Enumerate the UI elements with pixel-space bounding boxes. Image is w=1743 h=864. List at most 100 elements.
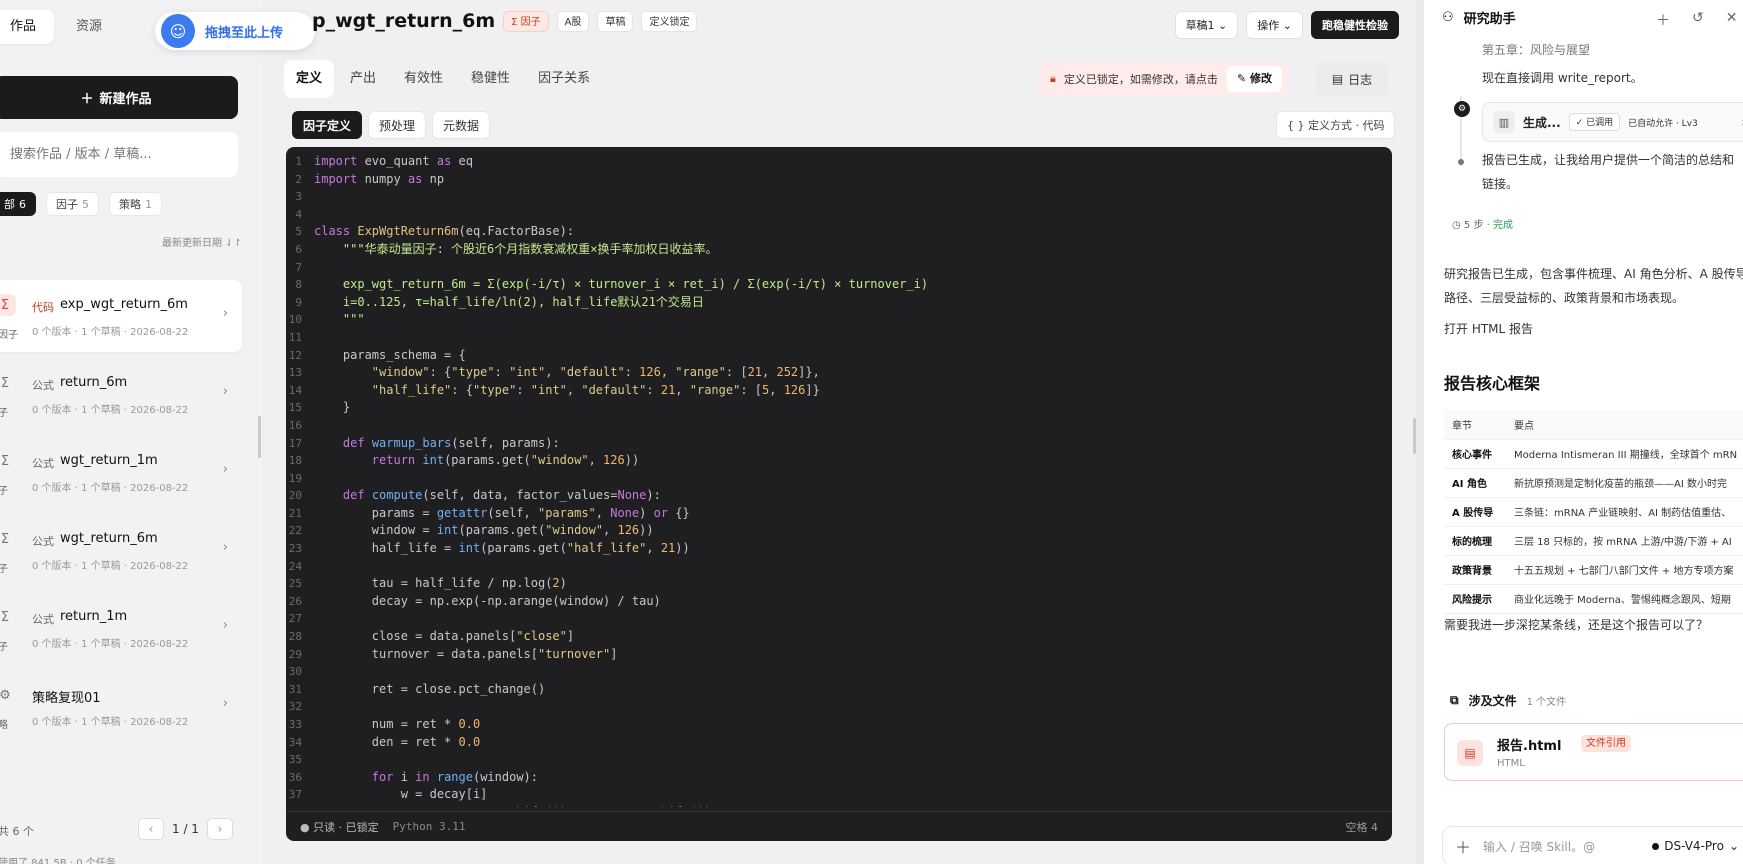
code-line: 16 — [286, 417, 1392, 435]
table-row: 标的梳理 三层 18 只标的，按 mRNA 上游/中游/下游 + AI — [1444, 526, 1743, 556]
lock-notice: 🔒︎ 定义已锁定，如需修改，请点击 ✎ 修改 — [1038, 62, 1288, 96]
chip-all[interactable]: 部6 — [0, 192, 36, 216]
line-number: 30 — [288, 665, 302, 679]
tab-robustness[interactable]: 稳健性 — [459, 60, 522, 98]
sigma-icon: Σ — [0, 294, 16, 316]
message-line: 第五章：风险与展望 — [1482, 43, 1591, 57]
line-number: 12 — [288, 348, 302, 362]
code-text: den = ret * 0.0 — [314, 734, 481, 749]
code-line: 25 tau = half_life / np.log(2) — [286, 575, 1392, 593]
chip-strategy[interactable]: 策略 1 — [109, 192, 162, 216]
model-select[interactable]: DS-V4-Pro ⌄ — [1652, 839, 1739, 853]
subtab-preprocess[interactable]: 预处理 — [368, 111, 427, 139]
next-page-button[interactable]: › — [206, 818, 233, 840]
sigma-icon: Σ — [0, 531, 10, 547]
code-text: import evo_quant as eq — [314, 154, 473, 168]
file-card[interactable]: ▤ 报告.html 文件引用 HTML › — [1444, 723, 1743, 781]
code-text: num += w * ret.shift(i) * turnover.shift… — [308, 804, 712, 807]
list-item[interactable]: ⚙ 略 策略复现01 0 个版本 · 1 个草稿 · 2026-08-22 › — [0, 670, 242, 742]
tab-validity[interactable]: 有效性 — [392, 60, 455, 98]
framework-table: 章节 要点 核心事件 Moderna Intismeran III 期撞线，全球首… — [1444, 410, 1743, 614]
title-bar: p_wgt_return_6m Σ 因子 A股 草稿 定义锁定 — [312, 10, 698, 32]
search-input[interactable] — [0, 132, 238, 177]
sort-control[interactable]: 最新更新日期 ⇃↾ — [162, 234, 242, 249]
page-title: p_wgt_return_6m — [312, 10, 496, 32]
list-item[interactable]: Σ 子 公式 wgt_return_1m 0 个版本 · 1 个草稿 · 202… — [0, 436, 242, 508]
chevron-right-icon: › — [222, 462, 228, 477]
code-line: 1 import evo_quant as eq — [286, 153, 1392, 171]
code-text: tau = half_life / np.log(2) — [314, 576, 567, 591]
history-icon[interactable]: ↺ — [1692, 10, 1704, 30]
assistant-header-actions: ＋ ↺ ✕ — [1656, 10, 1737, 30]
code-text: import numpy as np — [314, 171, 445, 186]
code-line: 12 params_schema = { — [286, 347, 1392, 365]
code-text: for i in range(window): — [371, 769, 539, 784]
plus-icon[interactable]: ＋ — [1656, 10, 1670, 30]
line-number: 21 — [288, 506, 302, 520]
code-editor[interactable]: 1 import evo_quant as eq 2 import numpy as … — [286, 147, 1392, 841]
code-line: 17 def warmup_bars(self, params): — [286, 435, 1392, 453]
chevron-right-icon: › — [222, 384, 228, 399]
draft-select[interactable]: 草稿1 ⌄ — [1174, 11, 1239, 39]
total-count: 共 6 个 — [0, 825, 34, 838]
locked-badge: 定义锁定 — [641, 10, 698, 32]
line-number: 3 — [295, 190, 302, 204]
table-row: A 股传导 三条链：mRNA 产业链映射、AI 制药估值重估、 — [1444, 497, 1743, 527]
code-line: 20 def compute(self, data, factor_values… — [286, 487, 1392, 505]
code-line: 38 num += w * ret.shift(i) * turnover.sh… — [286, 804, 1392, 807]
market-badge: A股 — [556, 10, 590, 32]
plus-icon[interactable]: ＋ — [1455, 834, 1471, 858]
list-item[interactable]: Σ 子 公式 wgt_return_6m 0 个版本 · 1 个草稿 · 202… — [0, 514, 242, 586]
timeline-dot — [1458, 159, 1464, 165]
ops-select[interactable]: 操作 ⌄ — [1246, 11, 1303, 39]
line-number: 6 — [295, 242, 302, 256]
code-line: 5 class ExpWgtReturn6m(eq.FactorBase): — [286, 223, 1392, 241]
edit-button[interactable]: ✎ 修改 — [1226, 66, 1282, 92]
log-button[interactable]: ▤ 日志 — [1315, 62, 1389, 96]
prev-page-button[interactable]: ‹ — [138, 818, 164, 840]
line-number: 17 — [288, 436, 302, 450]
table-row: 核心事件 Moderna Intismeran III 期撞线，全球首个 mRN — [1444, 439, 1743, 469]
line-number: 36 — [288, 770, 302, 784]
close-icon[interactable]: ✕ — [1726, 10, 1738, 30]
tab-works[interactable]: 作品 — [0, 10, 55, 44]
robot-icon: ☺ — [161, 14, 195, 48]
definition-mode[interactable]: { } 定义方式 · 代码 — [1276, 111, 1396, 139]
framework-title: 报告核心框架 — [1444, 374, 1541, 393]
tool-call-card[interactable]: ▥ 生成... ✓ 已调用 已自动允许 · Lv3 › — [1482, 102, 1743, 142]
factor-badge: Σ 因子 — [503, 10, 549, 32]
sigma-icon: Σ — [0, 375, 10, 391]
code-line: 11 — [286, 329, 1392, 347]
chip-factor[interactable]: 因子 5 — [46, 192, 99, 216]
table-row: 风险提示 商业化远晚于 Moderna、警惕纯概念跟风、短期 — [1444, 584, 1743, 614]
code-text: num = ret * 0.0 — [314, 717, 481, 731]
message-line: 报告已生成，让我给用户提供一个简洁的总结和 — [1482, 153, 1735, 167]
bot-icon: ⚇ — [1442, 10, 1454, 25]
new-work-button[interactable]: ＋新建作品 — [0, 76, 238, 119]
robustness-button[interactable]: 跑稳健性检验 — [1311, 11, 1399, 39]
tab-output[interactable]: 产出 — [338, 60, 388, 98]
sub-tabs: 因子定义 预处理 元数据 — [292, 111, 491, 139]
subtab-metadata[interactable]: 元数据 — [432, 111, 491, 139]
tab-factor-relations[interactable]: 因子关系 — [526, 60, 602, 98]
sidebar-resize-handle[interactable] — [258, 416, 261, 458]
code-text: exp_wgt_return_6m = Σ(exp(-i/τ) × turnov… — [314, 277, 929, 292]
list-item[interactable]: Σ 子 公式 return_6m 0 个版本 · 1 个草稿 · 2026-08… — [0, 358, 242, 430]
list-item[interactable]: Σ 子 公式 return_1m 0 个版本 · 1 个草稿 · 2026-08… — [0, 592, 242, 664]
subtab-factor-definition[interactable]: 因子定义 — [292, 111, 363, 139]
code-line: 37 w = decay[i] — [286, 786, 1392, 804]
list-item[interactable]: Σ 因子 代码 exp_wgt_return_6m 0 个版本 · 1 个草稿 … — [0, 280, 242, 352]
open-html-link[interactable]: 打开 HTML 报告 — [1444, 320, 1533, 337]
code-text: window = int(params.get("window", 126)) — [314, 523, 654, 538]
tab-resources[interactable]: 资源 — [58, 10, 120, 44]
line-number: 28 — [288, 630, 302, 644]
step-summary: ◷ 5 步 · 完成 — [1452, 220, 1514, 231]
chat-input[interactable]: ＋ 输入 / 召唤 Skill。@ DS-V4-Pro ⌄ — [1442, 826, 1743, 864]
auto-allowed-badge: 已自动允许 · Lv3 — [1628, 118, 1698, 129]
tab-definition[interactable]: 定义 — [284, 60, 335, 98]
